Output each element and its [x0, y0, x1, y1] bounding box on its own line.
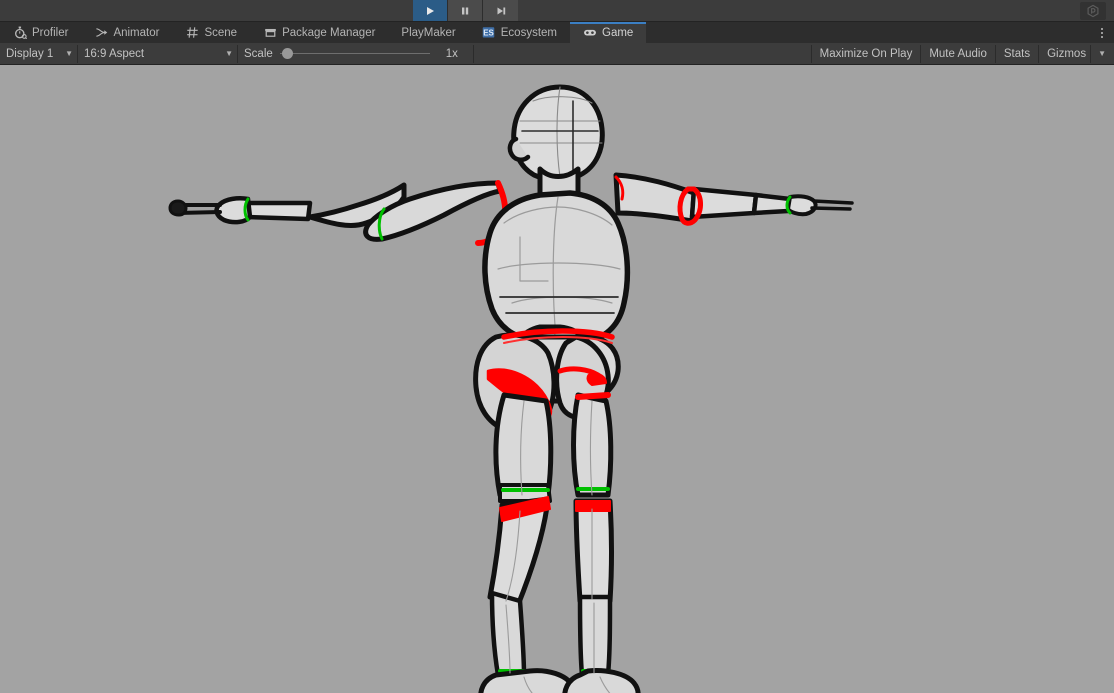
tab-label: Ecosystem [500, 26, 557, 39]
svg-text:ES: ES [483, 28, 494, 37]
scale-control: Scale 1x [238, 44, 474, 63]
scale-label: Scale [244, 47, 273, 60]
game-view-render[interactable] [0, 65, 1114, 693]
tab-profiler[interactable]: Profiler [0, 22, 81, 43]
mute-audio-button[interactable]: Mute Audio [920, 44, 995, 63]
cloud-hex-icon [1087, 4, 1099, 18]
mannequin-figure [168, 84, 854, 693]
options-bar-right-group: Maximize On Play Mute Audio Stats Gizmos… [810, 44, 1114, 63]
kebab-menu-icon[interactable] [1094, 22, 1110, 43]
aspect-dropdown-label: 16:9 Aspect [84, 47, 145, 60]
maximize-on-play-button[interactable]: Maximize On Play [810, 44, 921, 63]
animator-icon [94, 26, 108, 40]
tab-ecosystem[interactable]: ES Ecosystem [469, 22, 570, 43]
scale-slider-track [279, 53, 430, 54]
tab-label: Animator [113, 26, 160, 39]
gizmos-chevron-down-icon[interactable]: ▼ [1090, 44, 1111, 63]
tab-label: Game [602, 26, 634, 39]
step-button[interactable] [483, 0, 518, 21]
aspect-ratio-dropdown[interactable]: 16:9 Aspect ▼ [78, 44, 238, 63]
unity-services-button[interactable] [1080, 2, 1106, 20]
tab-playmaker[interactable]: PlayMaker [388, 22, 468, 43]
tab-game[interactable]: Game [570, 22, 647, 43]
tab-label: PlayMaker [401, 26, 456, 39]
chevron-down-icon: ▼ [65, 49, 73, 58]
play-button[interactable] [413, 0, 448, 21]
scale-slider-knob[interactable] [281, 48, 293, 59]
unity-editor-window: Profiler Animator Scene Package Manager … [0, 0, 1114, 693]
package-icon [263, 26, 277, 40]
gamepad-icon [583, 26, 597, 40]
tab-label: Package Manager [282, 26, 376, 39]
scale-value: 1x [445, 47, 458, 60]
game-view-options-bar: Display 1 ▼ 16:9 Aspect ▼ Scale 1x Maxim… [0, 43, 1114, 65]
tab-label: Scene [204, 26, 238, 39]
pause-button[interactable] [448, 0, 483, 21]
tab-package-manager[interactable]: Package Manager [250, 22, 388, 43]
chevron-down-icon: ▼ [225, 49, 233, 58]
gizmos-button[interactable]: Gizmos [1038, 44, 1090, 63]
tab-label: Profiler [32, 26, 69, 39]
stats-button[interactable]: Stats [994, 44, 1038, 63]
grid-icon [185, 26, 199, 40]
display-dropdown-label: Display 1 [6, 47, 54, 60]
tab-scene[interactable]: Scene [172, 22, 250, 43]
stopwatch-icon [13, 26, 27, 40]
es-badge-icon: ES [482, 26, 496, 40]
tab-animator[interactable]: Animator [81, 22, 172, 43]
main-toolbar [0, 0, 1114, 22]
scale-slider[interactable] [279, 47, 430, 61]
panel-tab-bar: Profiler Animator Scene Package Manager … [0, 22, 1114, 43]
playback-controls [413, 0, 518, 21]
display-dropdown[interactable]: Display 1 ▼ [0, 44, 78, 63]
